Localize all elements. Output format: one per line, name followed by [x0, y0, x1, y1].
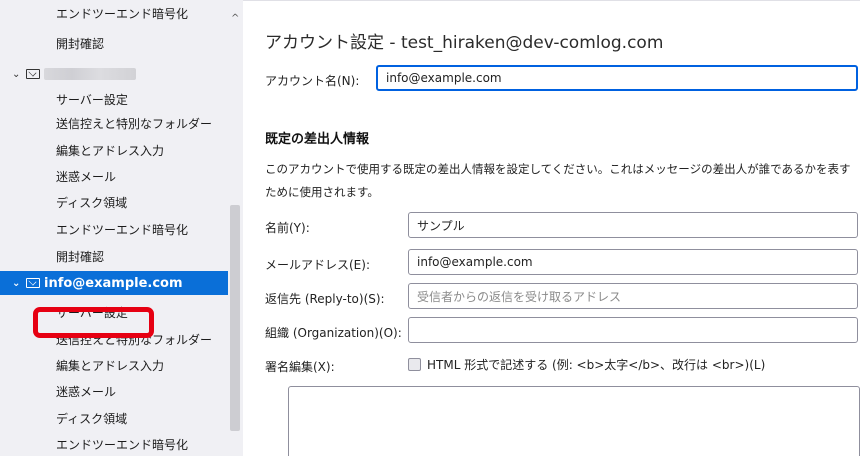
tree-item-label: 編集とアドレス入力: [56, 143, 165, 158]
email-field[interactable]: info@example.com: [408, 249, 858, 275]
replyto-field[interactable]: 受信者からの返信を受け取るアドレス: [408, 283, 858, 309]
tree-item-label: 開封確認: [56, 249, 105, 264]
account-name-label: アカウント名(N):: [265, 74, 360, 88]
tree-item-label: 編集とアドレス入力: [56, 358, 165, 373]
tree-item-label: 迷惑メール: [56, 384, 117, 399]
tree-account-label: info@example.com: [44, 275, 183, 291]
blurred-account-name: [44, 68, 136, 80]
tree-item[interactable]: 編集とアドレス入力: [0, 138, 228, 162]
tree-item[interactable]: 編集とアドレス入力: [0, 353, 228, 377]
replyto-label: 返信先 (Reply-to)(S):: [265, 292, 385, 306]
account-name-field[interactable]: info@example.com: [376, 65, 858, 91]
tree-item-label: 送信控えと特別なフォルダー: [56, 116, 213, 131]
chevron-down-icon[interactable]: ⌄: [12, 69, 24, 80]
email-label: メールアドレス(E):: [265, 258, 370, 272]
tree-item[interactable]: 開封確認: [0, 244, 228, 268]
section-title: 既定の差出人情報: [265, 132, 370, 147]
tree-account-blurred[interactable]: ⌄: [0, 62, 228, 86]
signature-editor[interactable]: [288, 386, 860, 456]
tree-item[interactable]: ディスク領域: [0, 406, 228, 430]
signature-label: 署名編集(X):: [265, 360, 335, 374]
tree-item-label: サーバー設定: [56, 92, 128, 107]
html-format-checkbox[interactable]: [408, 358, 421, 371]
tree-item[interactable]: エンドツーエンド暗号化: [0, 1, 228, 25]
replyto-placeholder: 受信者からの返信を受け取るアドレス: [417, 289, 622, 304]
name-label: 名前(Y):: [265, 221, 310, 235]
tree-item[interactable]: 開封確認: [0, 31, 228, 55]
highlight-annotation-box: [33, 307, 154, 338]
tree-item[interactable]: ディスク領域: [0, 190, 228, 214]
envelope-icon: [26, 278, 40, 288]
organization-field[interactable]: [408, 317, 858, 343]
name-field[interactable]: サンプル: [408, 212, 858, 238]
tree-item[interactable]: サーバー設定: [0, 87, 228, 111]
tree-item-label: エンドツーエンド暗号化: [56, 437, 189, 452]
tree-item-label: エンドツーエンド暗号化: [56, 222, 189, 237]
sidebar-scrollbar-thumb[interactable]: [230, 205, 240, 431]
account-settings-pane: アカウント設定 - test_hiraken@dev-comlog.com アカ…: [243, 0, 860, 456]
name-value: サンプル: [417, 218, 465, 233]
tree-item[interactable]: 迷惑メール: [0, 379, 228, 403]
tree-item-label: エンドツーエンド暗号化: [56, 6, 189, 21]
html-format-checkbox-label: HTML 形式で記述する (例: <b>太字</b>、改行は <br>)(L): [427, 358, 766, 372]
tree-item-label: ディスク領域: [56, 411, 128, 426]
tree-item[interactable]: エンドツーエンド暗号化: [0, 432, 228, 456]
tree-account-selected[interactable]: ⌄ info@example.com: [0, 271, 228, 295]
account-name-value: info@example.com: [386, 71, 502, 85]
tree-item[interactable]: エンドツーエンド暗号化: [0, 217, 228, 241]
envelope-icon: [26, 69, 40, 79]
email-value: info@example.com: [417, 255, 533, 269]
chevron-down-icon[interactable]: ⌄: [12, 278, 24, 289]
scroll-up-arrow-icon[interactable]: ^: [231, 13, 239, 24]
page-title: アカウント設定 - test_hiraken@dev-comlog.com: [265, 33, 664, 53]
tree-item-label: 開封確認: [56, 36, 105, 51]
tree-item[interactable]: 送信控えと特別なフォルダー: [0, 111, 228, 135]
tree-item-label: 迷惑メール: [56, 169, 117, 184]
divider: [243, 0, 860, 1]
organization-label: 組織 (Organization)(O):: [265, 326, 402, 340]
tree-item[interactable]: 迷惑メール: [0, 164, 228, 188]
section-description: このアカウントで使用する既定の差出人情報を設定してください。これはメッセージの差…: [265, 162, 851, 199]
account-tree-sidebar: エンドツーエンド暗号化 開封確認 ⌄ サーバー設定送信控えと特別なフォルダー 編集とアド…: [0, 0, 243, 456]
tree-item-label: ディスク領域: [56, 195, 128, 210]
